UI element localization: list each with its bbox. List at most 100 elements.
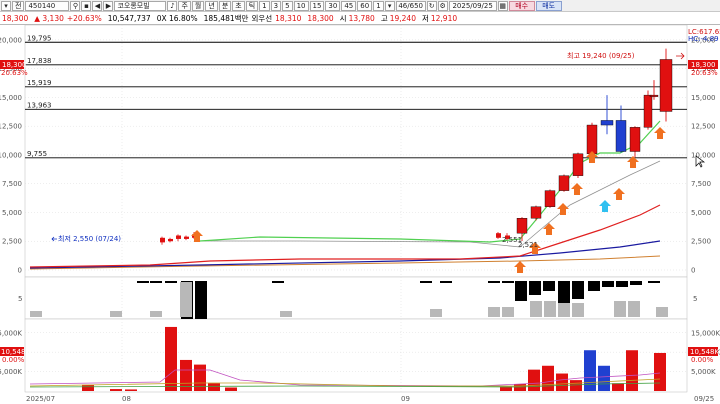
x-label-sep: 09	[401, 395, 410, 403]
stock-chart[interactable]: 19,79517,83815,91913,9639,755 20,00020,0…	[0, 25, 720, 404]
lock-icon[interactable]: ▪	[81, 0, 92, 11]
indicator-bar-grey	[502, 307, 514, 317]
indicator-bar-grey	[110, 311, 122, 317]
volume-bar	[556, 373, 568, 391]
candle-body	[643, 94, 653, 128]
data-count[interactable]: 46/650	[395, 0, 426, 11]
indicator-bar	[515, 281, 527, 301]
volume-tick-left: 15,000K	[0, 329, 22, 337]
buy-button[interactable]: 매수	[508, 0, 535, 11]
period-minute[interactable]: 분	[218, 0, 232, 11]
indicator-bar-grey	[430, 309, 442, 317]
volume-bar	[598, 365, 610, 391]
volume-bar	[626, 350, 638, 391]
volume: 10,547,737	[107, 13, 151, 23]
open-label: 시	[339, 13, 347, 23]
indicator-bar	[529, 281, 541, 295]
interval-15[interactable]: 15	[309, 0, 325, 11]
indicator-tick-right: 5	[693, 295, 697, 303]
price-tick-left: 10,000	[0, 151, 22, 159]
dropdown-icon[interactable]: ▾	[1, 0, 11, 11]
interval-60[interactable]: 60	[357, 0, 373, 11]
interval-30[interactable]: 30	[325, 0, 341, 11]
settings-icon[interactable]: ⚙	[437, 0, 448, 11]
interval-custom[interactable]: 1	[373, 0, 384, 11]
volume-tick-right: 15,000K	[691, 329, 720, 337]
low-annotation: 최저 2,550 (07/24)	[58, 234, 121, 243]
period-month[interactable]: 월	[191, 0, 205, 11]
indicator-bar-grey	[530, 301, 542, 317]
calendar-icon[interactable]: ▦	[497, 0, 508, 11]
low-price: 12,910	[430, 13, 458, 23]
rate-tag-left: 20.63%	[1, 69, 28, 77]
x-label-jul: 2025/07	[26, 395, 55, 403]
price-tick-right: 15,000	[691, 94, 716, 102]
indicator-bar-grey	[30, 311, 42, 317]
interval-1[interactable]: 1	[259, 0, 270, 11]
candle-body	[160, 237, 165, 243]
candle-body	[168, 238, 173, 242]
price-tick-left: 7,500	[2, 180, 22, 188]
low-small-label-2: 2,521	[518, 241, 538, 249]
search-icon[interactable]: ⚲	[70, 0, 81, 11]
sound-icon[interactable]: ♪	[167, 0, 178, 11]
indicator-panel[interactable]	[24, 276, 688, 320]
volume-tick-left: 5,000K	[0, 368, 22, 376]
level-label: 9,755	[27, 150, 47, 158]
volume-rate-right: 0.00%	[691, 356, 714, 364]
prev-icon[interactable]: ◀	[92, 0, 103, 11]
market-toggle[interactable]: 전	[12, 0, 25, 11]
candle-body	[649, 94, 659, 97]
indicator-bar	[488, 281, 500, 283]
change-rate: +20.63%	[66, 13, 102, 23]
interval-5[interactable]: 5	[282, 0, 293, 11]
volume-bar	[82, 384, 94, 391]
high-price: 19,240	[389, 13, 416, 23]
interval-3[interactable]: 3	[270, 0, 282, 11]
volume-bar	[612, 383, 624, 391]
volume-tick-right: 5,000K	[691, 368, 716, 376]
open-price: 13,780	[348, 13, 375, 23]
next-icon[interactable]: ▶	[103, 0, 114, 11]
candle-body	[176, 235, 181, 239]
period-year[interactable]: 년	[205, 0, 218, 11]
refresh-icon[interactable]: ↻	[426, 0, 437, 11]
interval-10[interactable]: 10	[293, 0, 309, 11]
price-tick-left: 5,000	[2, 209, 22, 217]
indicator-bar-grey	[558, 303, 570, 317]
indicator-bar-grey	[656, 307, 668, 317]
indicator-bar-grey	[180, 282, 192, 317]
level-label: 15,919	[27, 79, 52, 87]
low-label: 저	[421, 13, 429, 23]
x-label-aug: 08	[122, 395, 131, 403]
period-second[interactable]: 초	[232, 0, 245, 11]
period-tick[interactable]: 틱	[245, 0, 259, 11]
candle-body	[629, 127, 641, 152]
price-tick-right: 0	[691, 267, 695, 275]
period-week[interactable]: 주	[178, 0, 191, 11]
interval-45[interactable]: 45	[341, 0, 357, 11]
indicator-bar	[195, 281, 207, 319]
date-input[interactable]: 2025/09/25	[448, 0, 497, 11]
interval-dropdown-icon[interactable]: ▾	[384, 0, 395, 11]
sell-button[interactable]: 매도	[535, 0, 562, 11]
quote-bar: 18,300 ▲ 3,130 +20.63% 10,547,737 0X 16.…	[0, 12, 720, 25]
stock-code-input[interactable]: 450140	[25, 0, 70, 11]
price-change: ▲ 3,130	[34, 13, 64, 23]
indicator-bar	[588, 281, 600, 291]
stock-name: 코오롱모빌	[114, 0, 167, 11]
indicator-bar	[616, 281, 628, 287]
price-tick-right: 5,000	[691, 209, 711, 217]
toolbar: ▾ 전 450140 ⚲ ▪ ◀ ▶ 코오롱모빌 ♪ 주 월 년 분 초 틱 1…	[0, 0, 720, 12]
price-tick-left: 0	[18, 267, 22, 275]
volume-bar	[225, 387, 237, 391]
indicator-bar-grey	[572, 303, 584, 317]
volume-bar	[110, 389, 122, 391]
candle-body	[184, 236, 189, 239]
volume-rate-left: 0.00%	[2, 356, 25, 364]
level-label: 17,838	[27, 57, 52, 65]
indicator-bar-grey	[488, 307, 500, 317]
indicator-bar-grey	[280, 311, 292, 317]
price-tick-right: 2,500	[691, 238, 711, 246]
indicator-bar	[440, 281, 452, 283]
